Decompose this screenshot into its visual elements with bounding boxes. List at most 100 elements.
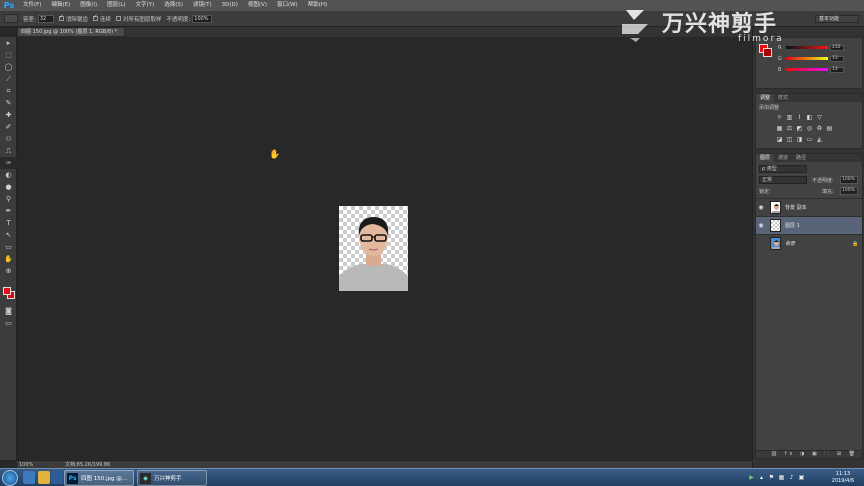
menu-select[interactable]: 选择(S) (159, 0, 188, 11)
tray-volume-icon[interactable]: ♪ (788, 474, 795, 481)
lasso-tool-icon[interactable]: ◯ (0, 61, 17, 73)
tab-adjustments[interactable]: 调整 (756, 94, 775, 102)
layer-opacity-input[interactable]: 100% (840, 176, 858, 184)
menu-file[interactable]: 文件(F) (18, 0, 46, 11)
curves-icon[interactable]: ⌇ (796, 114, 803, 121)
channel-value[interactable]: 232 (830, 44, 844, 51)
tab-layers[interactable]: 图层 (756, 154, 775, 162)
all-layers-group[interactable]: 对所有图层取样 (115, 15, 161, 23)
menu-window[interactable]: 窗口(W) (272, 0, 303, 11)
tray-flag-icon[interactable]: ⚑ (768, 474, 775, 481)
gradient-tool-icon[interactable]: ◐ (0, 169, 17, 181)
document-tab[interactable]: 四图 150.jpg @ 100% (图层 1, RGB/8) * (17, 27, 125, 37)
tab-paths[interactable]: 路径 (792, 154, 810, 162)
channel-slider[interactable] (786, 68, 828, 71)
brush-tool-icon[interactable]: ✐ (0, 121, 17, 133)
antialias-checkbox[interactable] (58, 13, 64, 21)
threshold-icon[interactable]: ◨ (796, 136, 803, 143)
vibrance-icon[interactable]: ▽ (816, 114, 823, 121)
channel-label: B (778, 66, 782, 73)
dodge-tool-icon[interactable]: ⚲ (0, 193, 17, 205)
workspace-switcher[interactable]: 基本功能 (815, 15, 859, 23)
tray-network-icon[interactable]: ▦ (778, 474, 785, 481)
tab-styles[interactable]: 样式 (774, 94, 792, 102)
brightness-icon[interactable]: ☼ (776, 114, 783, 121)
path-select-tool-icon[interactable]: ↖ (0, 229, 17, 241)
system-clock[interactable]: 11:13 2019/4/6 (826, 471, 860, 485)
layer-kind-filter[interactable]: ρ 类型 (759, 165, 807, 173)
menu-filter[interactable]: 滤镜(T) (188, 0, 217, 11)
eyedropper-tool-icon[interactable]: ✎ (0, 97, 17, 109)
blur-tool-icon[interactable]: ● (0, 181, 17, 193)
media-icon[interactable] (51, 471, 63, 484)
shape-tool-icon[interactable]: ▭ (0, 241, 17, 253)
blend-mode-select[interactable]: 正常 (759, 176, 807, 184)
ie-icon[interactable] (23, 471, 35, 484)
marquee-tool-icon[interactable]: ⬚ (0, 49, 17, 61)
eraser-tool-icon[interactable]: ✑ (0, 157, 17, 169)
gradient-map-icon[interactable]: ▭ (806, 136, 813, 143)
levels-icon[interactable]: ▥ (786, 114, 793, 121)
start-button[interactable] (2, 470, 18, 486)
visibility-eye-icon[interactable]: ◉ (756, 222, 766, 229)
pen-tool-icon[interactable]: ✒ (0, 205, 17, 217)
fill-input[interactable]: 100% (840, 187, 858, 195)
explorer-icon[interactable] (38, 471, 50, 484)
menu-image[interactable]: 图像(I) (75, 0, 102, 11)
menu-help[interactable]: 帮助(H) (303, 0, 332, 11)
channel-value[interactable]: 13 (830, 55, 844, 62)
menu-view[interactable]: 视图(V) (243, 0, 272, 11)
tolerance-input[interactable]: 32 (37, 14, 54, 23)
posterize-icon[interactable]: ◫ (786, 136, 793, 143)
menu-edit[interactable]: 编辑(E) (46, 0, 75, 11)
screen-mode-icon[interactable]: ▭ (0, 317, 17, 329)
channel-value[interactable]: 13 (830, 66, 844, 73)
invert-icon[interactable]: ◪ (776, 136, 783, 143)
document-canvas[interactable] (339, 206, 408, 291)
visibility-eye-icon[interactable]: ◉ (756, 204, 766, 211)
move-tool-icon[interactable]: ▸ (0, 37, 17, 49)
foreground-color-swatch[interactable] (3, 287, 11, 295)
background-swatch[interactable] (763, 48, 772, 57)
crop-tool-icon[interactable]: ⌗ (0, 85, 17, 97)
selective-color-icon[interactable]: ◭ (816, 136, 823, 143)
layer-row[interactable]: ◉ 图层 1 (756, 216, 862, 234)
tray-misc-icon[interactable]: ▣ (798, 474, 805, 481)
layers-footer-icons[interactable]: ⛓ fx ◑ ▣ 🗀 ⊞ 🗑 (756, 450, 862, 458)
color-balance-icon[interactable]: ⚖ (786, 125, 793, 132)
exposure-icon[interactable]: ◧ (806, 114, 813, 121)
contiguous-checkbox[interactable] (92, 13, 98, 21)
menu-type[interactable]: 文字(Y) (131, 0, 160, 11)
layer-row[interactable]: ◉ 背景 副本 (756, 198, 862, 216)
tray-arrow-icon[interactable]: ▴ (758, 474, 765, 481)
tray-green-icon[interactable]: ▶ (748, 474, 755, 481)
healing-tool-icon[interactable]: ✚ (0, 109, 17, 121)
taskbar-filmora-button[interactable]: ◆ 万兴神剪手 (137, 470, 207, 486)
history-brush-tool-icon[interactable]: ⎍ (0, 145, 17, 157)
hue-saturation-icon[interactable]: ▦ (776, 125, 783, 132)
quick-mask-icon[interactable]: ◙ (0, 305, 17, 317)
type-tool-icon[interactable]: T (0, 217, 17, 229)
menu-3d[interactable]: 3D(D) (217, 0, 243, 11)
menu-layer[interactable]: 图层(L) (102, 0, 130, 11)
black-white-icon[interactable]: ◩ (796, 125, 803, 132)
filmora-logo-icon (622, 10, 648, 42)
hand-tool-icon[interactable]: ✋ (0, 253, 17, 265)
photo-filter-icon[interactable]: ◎ (806, 125, 813, 132)
tab-channels[interactable]: 通道 (774, 154, 792, 162)
color-lookup-icon[interactable]: ▤ (826, 125, 833, 132)
layer-row[interactable]: 背景 🔒 (756, 234, 862, 252)
tool-preset-picker[interactable] (4, 14, 18, 23)
taskbar-photoshop-button[interactable]: Ps 四图 150.jpg @... (64, 470, 134, 486)
channel-slider[interactable] (786, 57, 828, 60)
zoom-tool-icon[interactable]: ⊕ (0, 265, 17, 277)
clone-stamp-tool-icon[interactable]: ⚇ (0, 133, 17, 145)
antialias-group[interactable]: 消除锯齿 (58, 13, 88, 23)
zoom-level[interactable]: 100% (17, 462, 47, 468)
quick-select-tool-icon[interactable]: ⟋ (0, 73, 17, 85)
contiguous-group[interactable]: 连续 (92, 13, 111, 23)
opacity-input[interactable]: 100% (192, 14, 213, 23)
all-layers-checkbox[interactable] (115, 16, 121, 21)
adjustments-tabs: 调整 样式 (756, 94, 862, 102)
channel-mixer-icon[interactable]: ♻ (816, 125, 823, 132)
